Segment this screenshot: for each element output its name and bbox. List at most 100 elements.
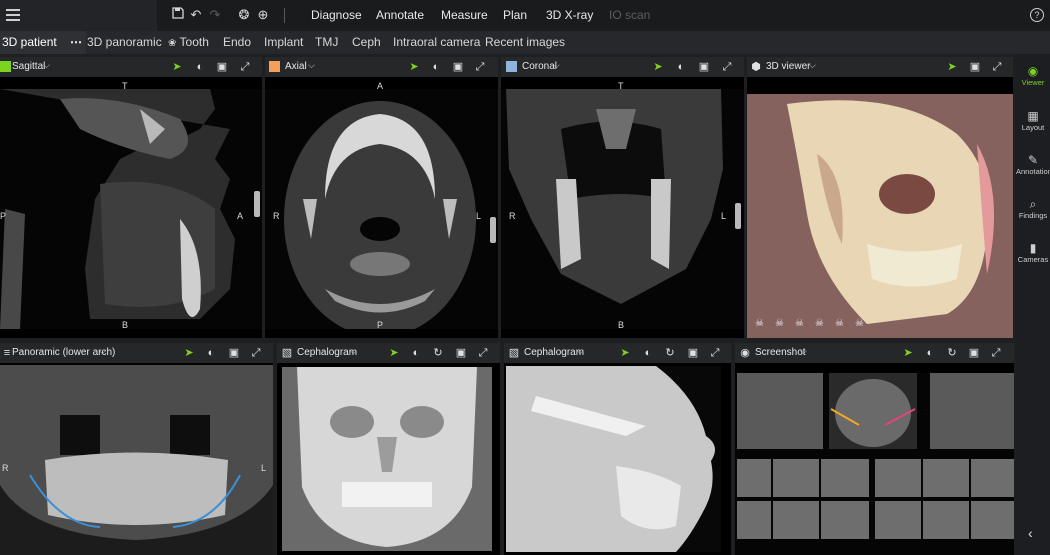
tab-3d-patient[interactable]: 3D patient ⋯ — [0, 31, 87, 54]
chevron-down-icon[interactable]: ⌵ — [99, 346, 106, 357]
sidebar-item-cameras[interactable]: ▮ Cameras — [1016, 241, 1050, 264]
tab-implant[interactable]: Implant — [264, 31, 303, 54]
target-icon[interactable]: ⊕ — [255, 7, 271, 23]
menu-3d-xray[interactable]: 3D X-ray — [546, 8, 593, 22]
fit-icon[interactable]: ▣ — [686, 346, 700, 360]
contrast-icon[interactable]: ◐ — [923, 346, 937, 360]
panel-coronal[interactable]: Coronal ⌵ ➤ ◐ ▣ ⤢ T R L B — [501, 57, 744, 338]
chevron-down-icon[interactable]: ⌵ — [350, 346, 357, 357]
menu-plan[interactable]: Plan — [503, 8, 527, 22]
pointer-icon[interactable]: ➤ — [170, 60, 184, 74]
slice-scrollbar[interactable] — [735, 203, 741, 229]
tab-tmj[interactable]: TMJ — [315, 31, 338, 54]
rotate-icon[interactable]: ↻ — [945, 346, 959, 360]
help-icon[interactable]: ? — [1030, 8, 1044, 22]
chevron-down-icon[interactable]: ⌵ — [809, 60, 816, 71]
sidebar-item-label: Annotations — [1016, 167, 1050, 176]
view-preset-icons[interactable]: ☠☠☠☠☠☠ — [755, 318, 875, 330]
chevron-down-icon[interactable]: ⌵ — [577, 346, 584, 357]
fit-icon[interactable]: ▣ — [967, 346, 981, 360]
maximize-icon[interactable]: ⤢ — [990, 60, 1004, 74]
hamburger-menu-icon[interactable] — [6, 9, 20, 21]
pointer-icon[interactable]: ➤ — [618, 346, 632, 360]
maximize-icon[interactable]: ⤢ — [473, 60, 487, 74]
pointer-icon[interactable]: ➤ — [651, 60, 665, 74]
panel-3d-viewer[interactable]: ⬢ 3D viewer ⌵ ➤ ▣ ⤢ ☠☠☠☠☠☠ — [747, 57, 1013, 338]
rotate-icon[interactable]: ↻ — [431, 346, 445, 360]
panel-screenshot[interactable]: ◉ Screenshot ⌵ ➤ ◐ ↻ ▣ ⤢ — [735, 343, 1014, 555]
contrast-icon[interactable]: ◐ — [674, 60, 688, 74]
fit-icon[interactable]: ▣ — [454, 346, 468, 360]
tab-ceph[interactable]: Ceph — [352, 31, 381, 54]
slice-scrollbar[interactable] — [254, 191, 260, 217]
sidebar-item-layout[interactable]: ▦ Layout — [1016, 109, 1050, 132]
contrast-icon[interactable]: ◐ — [429, 60, 443, 74]
pointer-icon[interactable]: ➤ — [407, 60, 421, 74]
orientation-top: A — [377, 81, 384, 91]
panel-header: Coronal ⌵ ➤ ◐ ▣ ⤢ — [501, 57, 744, 77]
tab-intraoral-camera[interactable]: Intraoral camera — [393, 31, 480, 54]
pointer-icon[interactable]: ➤ — [182, 346, 196, 360]
tab-3d-panoramic[interactable]: 3D panoramic — [87, 31, 162, 54]
panel-cephalogram-frontal[interactable]: ▧ Cephalogram ⌵ ➤ ◐ ↻ ▣ ⤢ — [277, 343, 500, 555]
fit-icon[interactable]: ▣ — [227, 346, 241, 360]
view-color-swatch — [0, 61, 11, 72]
fit-icon[interactable]: ▣ — [451, 60, 465, 74]
orientation-right: L — [721, 211, 727, 221]
chevron-down-icon[interactable]: ⌵ — [800, 346, 807, 357]
tab-endo[interactable]: Endo — [223, 31, 251, 54]
orientation-bottom: P — [377, 320, 384, 330]
eye-icon: ◉ — [1027, 64, 1039, 78]
fit-icon[interactable]: ▣ — [968, 60, 982, 74]
maximize-icon[interactable]: ⤢ — [249, 346, 263, 360]
save-icon[interactable] — [170, 7, 186, 23]
aperture-icon[interactable]: ❂ — [236, 7, 252, 23]
slice-scrollbar[interactable] — [490, 217, 496, 243]
fit-icon[interactable]: ▣ — [697, 60, 711, 74]
orientation-top: T — [122, 81, 128, 91]
chevron-down-icon[interactable]: ⌵ — [43, 60, 50, 71]
panel-axial[interactable]: Axial ⌵ ➤ ◐ ▣ ⤢ A R L P — [265, 57, 498, 338]
chevron-down-icon[interactable]: ⌵ — [308, 60, 315, 71]
orientation-right: L — [476, 211, 482, 221]
menu-annotate[interactable]: Annotate — [376, 8, 424, 22]
sidebar-item-annotations[interactable]: ✎ Annotations — [1016, 153, 1050, 176]
maximize-icon[interactable]: ⤢ — [476, 346, 490, 360]
maximize-icon[interactable]: ⤢ — [238, 60, 252, 74]
view-color-swatch — [269, 61, 280, 72]
maximize-icon[interactable]: ⤢ — [708, 346, 722, 360]
maximize-icon[interactable]: ⤢ — [989, 346, 1003, 360]
panel-title: 3D viewer — [766, 61, 811, 72]
contrast-icon[interactable]: ◐ — [193, 60, 207, 74]
rotate-icon[interactable]: ↻ — [663, 346, 677, 360]
panel-title: Cephalogram — [524, 347, 585, 358]
maximize-icon[interactable]: ⤢ — [720, 60, 734, 74]
sidebar-item-viewer[interactable]: ◉ Viewer — [1016, 64, 1050, 87]
contrast-icon[interactable]: ◐ — [641, 346, 655, 360]
top-toolbar: ↶ ↷ ❂ ⊕ Diagnose Annotate Measure Plan 3… — [0, 0, 1050, 31]
undo-icon[interactable]: ↶ — [188, 7, 204, 23]
pointer-icon[interactable]: ➤ — [901, 346, 915, 360]
panel-title: Axial — [285, 61, 307, 72]
menu-io-scan: IO scan — [609, 8, 651, 22]
contrast-icon[interactable]: ◐ — [204, 346, 218, 360]
panel-cephalogram-lateral[interactable]: ▧ Cephalogram ⌵ ➤ ◐ ↻ ▣ ⤢ — [504, 343, 731, 555]
panel-title: Screenshot — [755, 347, 806, 358]
pointer-icon[interactable]: ➤ — [945, 60, 959, 74]
menu-diagnose[interactable]: Diagnose — [311, 8, 362, 22]
contrast-icon[interactable]: ◐ — [409, 346, 423, 360]
menu-measure[interactable]: Measure — [441, 8, 488, 22]
tab-recent-images[interactable]: Recent images — [485, 31, 565, 54]
panel-sagittal[interactable]: Sagittal ⌵ ➤ ◐ ▣ ⤢ T P A B — [0, 57, 262, 338]
chevron-down-icon[interactable]: ⌵ — [553, 60, 560, 71]
panel-title: Sagittal — [12, 61, 46, 72]
orientation-left: R — [273, 211, 280, 221]
sidebar-item-findings[interactable]: ⌕ Findings — [1016, 197, 1050, 220]
panel-panoramic[interactable]: ≡ Panoramic (lower arch) ⌵ ➤ ◐ ▣ ⤢ R L — [0, 343, 273, 555]
tab-tooth[interactable]: ❀ Tooth — [168, 31, 209, 54]
panel-title: Coronal — [522, 61, 558, 72]
more-options-icon[interactable]: ⋯ — [70, 35, 82, 49]
collapse-chevron-icon[interactable]: ‹ — [1028, 525, 1033, 541]
pointer-icon[interactable]: ➤ — [387, 346, 401, 360]
fit-icon[interactable]: ▣ — [215, 60, 229, 74]
